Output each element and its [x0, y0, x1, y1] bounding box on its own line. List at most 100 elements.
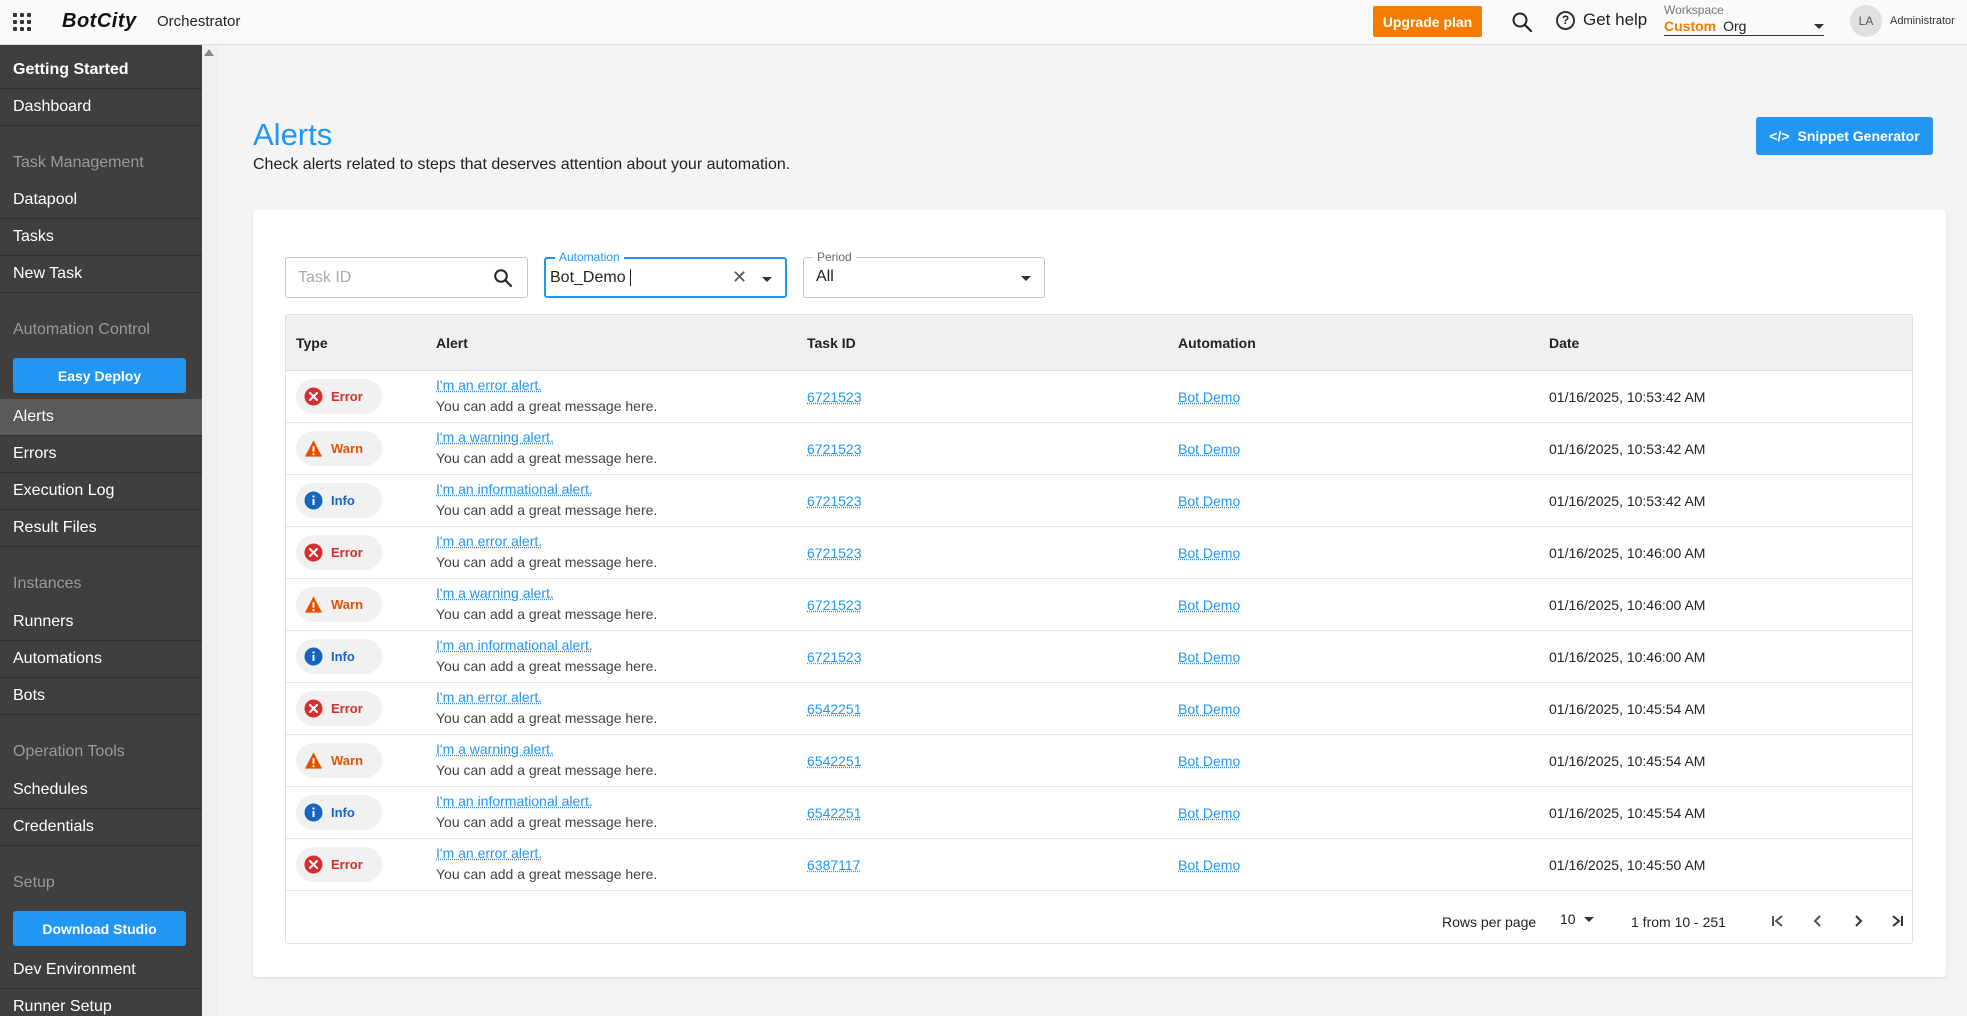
automation-link[interactable]: Bot Demo: [1178, 805, 1240, 821]
user-role: Administrator: [1890, 15, 1955, 27]
automation-link[interactable]: Bot Demo: [1178, 545, 1240, 561]
sidebar-item-getting-started[interactable]: Getting Started: [0, 52, 202, 89]
task-id-link[interactable]: 6387117: [807, 857, 860, 873]
alert-title-link[interactable]: I'm an error alert.: [436, 377, 542, 393]
error-icon: [304, 699, 323, 718]
first-page-icon[interactable]: [1766, 909, 1790, 933]
task-id-link[interactable]: 6721523: [807, 649, 862, 665]
automation-link[interactable]: Bot Demo: [1178, 389, 1240, 405]
rows-per-page-select[interactable]: 10: [1560, 911, 1594, 927]
task-id-link[interactable]: 6721523: [807, 389, 862, 405]
workspace-select[interactable]: Workspace Custom Org: [1664, 3, 1824, 36]
alert-title-link[interactable]: I'm a warning alert.: [436, 741, 554, 757]
task-id-link[interactable]: 6542251: [807, 753, 862, 769]
table-row: Warn I'm a warning alert. You can add a gr…: [286, 579, 1912, 631]
apps-grid-icon[interactable]: [13, 13, 31, 31]
alert-title-link[interactable]: I'm an error alert.: [436, 689, 542, 705]
sidebar-item-alerts[interactable]: Alerts: [0, 399, 202, 436]
sidebar-scrollbar-track[interactable]: [202, 45, 218, 1016]
sidebar-item-datapool[interactable]: Datapool: [0, 182, 202, 219]
task-id-link[interactable]: 6721523: [807, 493, 862, 509]
alerts-table: Type Alert Task ID Automation Date Error…: [285, 314, 1913, 944]
info-icon: [304, 491, 323, 510]
sidebar-item-new-task[interactable]: New Task: [0, 256, 202, 293]
alert-title-link[interactable]: I'm an informational alert.: [436, 793, 593, 809]
automation-field[interactable]: Automation Bot_Demo ✕: [544, 250, 787, 298]
sidebar-item-tasks[interactable]: Tasks: [0, 219, 202, 256]
table-row: Warn I'm a warning alert. You can add a gr…: [286, 735, 1912, 787]
sidebar-item-automations[interactable]: Automations: [0, 641, 202, 678]
sidebar-item-schedules[interactable]: Schedules: [0, 772, 202, 809]
scroll-up-arrow-icon[interactable]: [204, 49, 214, 56]
automation-link[interactable]: Bot Demo: [1178, 753, 1240, 769]
automation-link[interactable]: Bot Demo: [1178, 857, 1240, 873]
alert-message: You can add a great message here.: [436, 554, 658, 570]
sidebar-section-setup: Setup: [13, 874, 55, 891]
type-label: Info: [331, 805, 355, 820]
search-icon[interactable]: [493, 268, 513, 293]
type-label: Info: [331, 493, 355, 508]
sidebar-item-bots[interactable]: Bots: [0, 678, 202, 715]
search-icon[interactable]: [1511, 11, 1533, 33]
alert-title-link[interactable]: I'm an error alert.: [436, 845, 542, 861]
last-page-icon[interactable]: [1885, 909, 1909, 933]
sidebar-item-errors[interactable]: Errors: [0, 436, 202, 473]
sidebar-section-task-management: Task Management: [13, 154, 144, 171]
table-row: Warn I'm a warning alert. You can add a gr…: [286, 423, 1912, 475]
sidebar-item-dev-environment[interactable]: Dev Environment: [0, 952, 202, 989]
workspace-org-value: Org: [1723, 18, 1747, 34]
type-badge: Info: [296, 483, 382, 518]
task-id-link[interactable]: 6721523: [807, 441, 862, 457]
alert-title-link[interactable]: I'm an informational alert.: [436, 637, 593, 653]
sidebar-item-dashboard[interactable]: Dashboard: [0, 89, 202, 126]
task-id-link[interactable]: 6721523: [807, 597, 862, 613]
automation-link[interactable]: Bot Demo: [1178, 441, 1240, 457]
type-badge: Error: [296, 691, 382, 726]
download-studio-button[interactable]: Download Studio: [13, 911, 186, 946]
date-cell: 01/16/2025, 10:46:00 AM: [1549, 597, 1706, 613]
next-page-icon[interactable]: [1846, 909, 1870, 933]
automation-field-label: Automation: [555, 250, 624, 264]
avatar[interactable]: LA: [1850, 5, 1882, 37]
alert-title-link[interactable]: I'm an error alert.: [436, 533, 542, 549]
period-field[interactable]: Period All: [803, 250, 1045, 298]
alert-title-link[interactable]: I'm a warning alert.: [436, 429, 554, 445]
upgrade-plan-button[interactable]: Upgrade plan: [1373, 6, 1482, 37]
snippet-generator-button[interactable]: </> Snippet Generator: [1756, 117, 1933, 155]
type-badge: Error: [296, 535, 382, 570]
task-id-link[interactable]: 6542251: [807, 701, 862, 717]
sidebar-section-automation-control: Automation Control: [13, 321, 150, 338]
table-row: Error I'm an error alert. You can add a gr…: [286, 683, 1912, 735]
automation-link[interactable]: Bot Demo: [1178, 649, 1240, 665]
task-id-link[interactable]: 6542251: [807, 805, 862, 821]
chevron-down-icon: [1814, 23, 1824, 29]
task-id-field[interactable]: Task ID: [285, 257, 528, 298]
table-header: Type Alert Task ID Automation Date: [286, 315, 1912, 371]
pagination: Rows per page 10 1 from 10 - 251: [286, 895, 1912, 943]
automation-link[interactable]: Bot Demo: [1178, 493, 1240, 509]
type-label: Warn: [331, 753, 364, 768]
task-id-link[interactable]: 6721523: [807, 545, 862, 561]
alert-title-link[interactable]: I'm a warning alert.: [436, 585, 554, 601]
alert-title-link[interactable]: I'm an informational alert.: [436, 481, 593, 497]
clear-icon[interactable]: ✕: [732, 267, 747, 288]
previous-page-icon[interactable]: [1806, 909, 1830, 933]
chevron-down-icon[interactable]: [762, 277, 772, 282]
date-cell: 01/16/2025, 10:53:42 AM: [1549, 441, 1706, 457]
sidebar-item-credentials[interactable]: Credentials: [0, 809, 202, 846]
sidebar-item-execution-log[interactable]: Execution Log: [0, 473, 202, 510]
table-row: Info I'm an informational alert. You can a…: [286, 631, 1912, 683]
alert-message: You can add a great message here.: [436, 710, 658, 726]
sidebar-item-result-files[interactable]: Result Files: [0, 510, 202, 547]
easy-deploy-button[interactable]: Easy Deploy: [13, 358, 186, 393]
type-badge: Error: [296, 847, 382, 882]
botcity-logo[interactable]: BotCity: [62, 10, 137, 33]
type-badge: Warn: [296, 431, 382, 466]
sidebar-item-runners[interactable]: Runners: [0, 604, 202, 641]
get-help-button[interactable]: ? Get help: [1556, 10, 1647, 30]
date-cell: 01/16/2025, 10:45:54 AM: [1549, 701, 1706, 717]
automation-link[interactable]: Bot Demo: [1178, 701, 1240, 717]
automation-link[interactable]: Bot Demo: [1178, 597, 1240, 613]
sidebar-item-runner-setup[interactable]: Runner Setup: [0, 989, 202, 1016]
automation-input[interactable]: Bot_Demo: [550, 269, 631, 287]
